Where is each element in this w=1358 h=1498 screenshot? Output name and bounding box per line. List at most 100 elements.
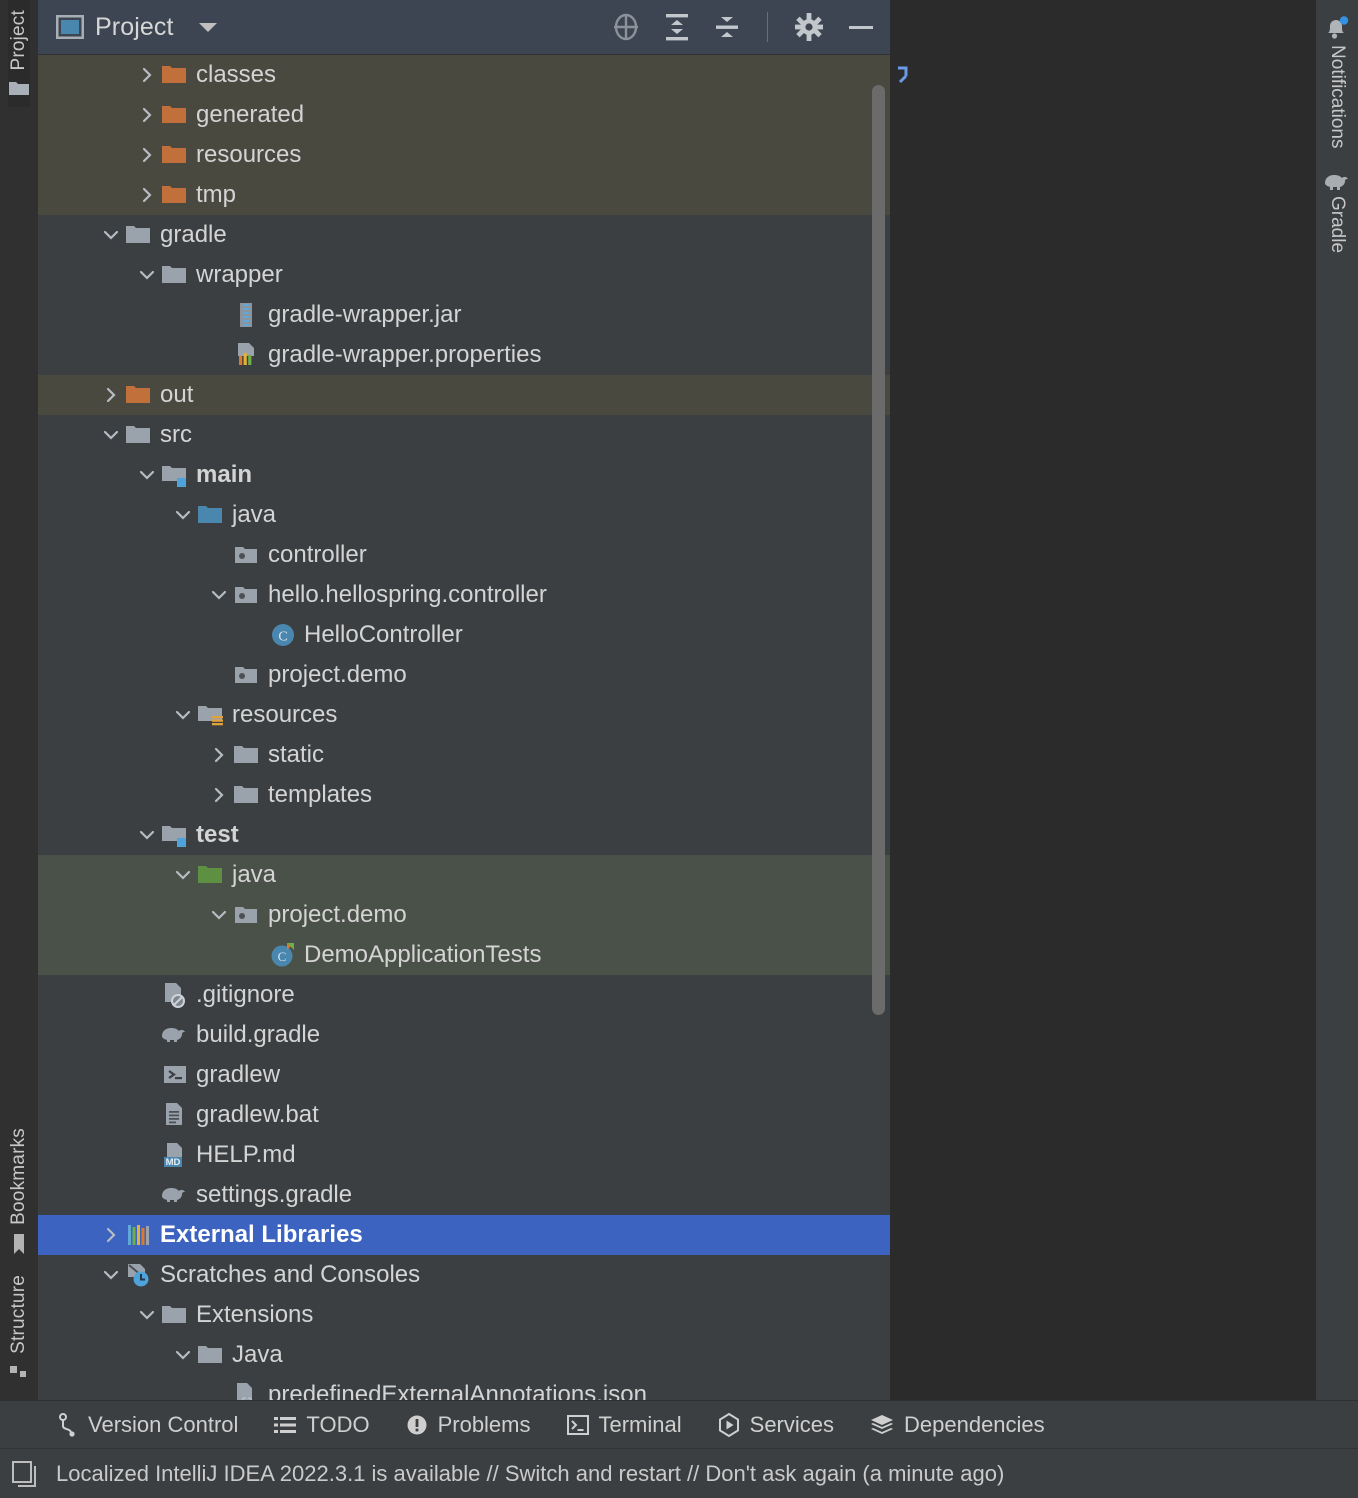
sidebar-item-structure[interactable]: Structure <box>8 1265 30 1392</box>
chevron-right-icon[interactable] <box>134 146 160 164</box>
tree-node[interactable]: classes <box>38 55 890 95</box>
chevron-down-icon[interactable] <box>170 506 196 524</box>
chevron-down-icon[interactable] <box>98 1266 124 1284</box>
tree-node[interactable]: gradle-wrapper.properties <box>38 335 890 375</box>
status-message[interactable]: Localized IntelliJ IDEA 2022.3.1 is avai… <box>56 1461 1004 1487</box>
tree-node-label: main <box>196 461 253 488</box>
tree-node-label: src <box>160 421 192 448</box>
chevron-right-icon[interactable] <box>134 66 160 84</box>
tree-node[interactable]: test <box>38 815 890 855</box>
tree-node[interactable]: External Libraries <box>38 1215 890 1255</box>
project-panel-title-group[interactable]: Project <box>56 13 217 42</box>
chevron-down-icon[interactable] <box>206 586 232 604</box>
tree-node[interactable]: project.demo <box>38 655 890 695</box>
tool-button-todo[interactable]: TODO <box>274 1412 370 1438</box>
tool-button-services[interactable]: Services <box>718 1412 834 1438</box>
chevron-down-icon[interactable] <box>134 826 160 844</box>
tree-node-label: gradle-wrapper.jar <box>268 301 462 328</box>
tree-node[interactable]: .gitignore <box>38 975 890 1015</box>
tree-node[interactable]: java <box>38 495 890 535</box>
tree-node[interactable]: build.gradle <box>38 1015 890 1055</box>
collapse-all-icon[interactable] <box>713 12 741 42</box>
expand-all-icon[interactable] <box>663 12 691 42</box>
minimize-icon[interactable] <box>846 12 876 42</box>
project-window-icon <box>56 15 84 39</box>
tree-node-label: gradle <box>160 221 227 248</box>
tree-node[interactable]: resources <box>38 695 890 735</box>
tool-button-dependencies-label: Dependencies <box>904 1411 1045 1437</box>
tree-node[interactable]: java <box>38 855 890 895</box>
chevron-down-icon[interactable] <box>198 22 217 32</box>
chevron-down-icon[interactable] <box>134 266 160 284</box>
gitignore-file-icon <box>160 982 190 1008</box>
tree-node[interactable]: settings.gradle <box>38 1175 890 1215</box>
sidebar-item-project[interactable]: Project <box>8 0 30 107</box>
ide-window-icon[interactable] <box>10 1459 40 1489</box>
tree-node[interactable]: Java <box>38 1335 890 1375</box>
folder-source-icon <box>196 503 226 527</box>
ide-body: Project Bookmarks Structure Project clas… <box>0 0 1358 1400</box>
chevron-down-icon[interactable] <box>170 706 196 724</box>
chevron-down-icon[interactable] <box>134 466 160 484</box>
crosshair-target-icon[interactable] <box>611 12 641 42</box>
tree-node-label: out <box>160 381 194 408</box>
chevron-right-icon[interactable] <box>206 746 232 764</box>
tree-node[interactable]: out <box>38 375 890 415</box>
ide-window: Project Bookmarks Structure Project clas… <box>0 0 1358 1498</box>
tree-node[interactable]: C DemoApplicationTests <box>38 935 890 975</box>
tree-node[interactable]: tmp <box>38 175 890 215</box>
tree-node[interactable]: project.demo <box>38 895 890 935</box>
project-tree-scroll-area[interactable]: classes generated resources tmp gradle wrappe… <box>38 55 890 1400</box>
tree-node[interactable]: gradlew.bat <box>38 1095 890 1135</box>
tree-node[interactable]: generated <box>38 95 890 135</box>
tree-node[interactable]: MD HELP.md <box>38 1135 890 1175</box>
chevron-right-icon[interactable] <box>134 106 160 124</box>
tree-node[interactable]: templates <box>38 775 890 815</box>
gear-icon[interactable] <box>794 12 824 42</box>
tree-node-label: project.demo <box>268 901 407 928</box>
tree-node[interactable]: controller <box>38 535 890 575</box>
tree-node[interactable]: gradlew <box>38 1055 890 1095</box>
project-panel-toolbar <box>611 12 876 42</box>
tree-node[interactable]: C HelloController <box>38 615 890 655</box>
chevron-down-icon[interactable] <box>134 1306 160 1324</box>
package-icon <box>232 583 262 607</box>
tree-node-label: settings.gradle <box>196 1181 353 1208</box>
chevron-down-icon[interactable] <box>98 226 124 244</box>
tree-node[interactable]: Scratches and Consoles <box>38 1255 890 1295</box>
sidebar-item-notifications[interactable]: Notifications <box>1324 16 1350 149</box>
project-tree-scrollbar[interactable] <box>872 85 885 1015</box>
chevron-right-icon[interactable] <box>206 786 232 804</box>
chevron-down-icon[interactable] <box>170 1346 196 1364</box>
tree-node-label: static <box>268 741 325 768</box>
chevron-down-icon[interactable] <box>98 426 124 444</box>
project-tool-window: Project classes generated resources tmp … <box>38 0 890 1400</box>
chevron-right-icon[interactable] <box>98 386 124 404</box>
tool-button-problems[interactable]: Problems <box>406 1412 531 1438</box>
exclamation-circle-icon <box>406 1414 428 1436</box>
tree-node[interactable]: wrapper <box>38 255 890 295</box>
splitter-expand-handle[interactable] <box>893 62 913 90</box>
tree-node[interactable]: {} predefinedExternalAnnotations.json <box>38 1375 890 1400</box>
tree-node[interactable]: src <box>38 415 890 455</box>
tool-button-version-control[interactable]: Version Control <box>58 1412 238 1438</box>
tool-button-terminal[interactable]: Terminal <box>566 1412 682 1438</box>
tree-node[interactable]: main <box>38 455 890 495</box>
chevron-right-icon[interactable] <box>134 186 160 204</box>
bell-icon <box>1324 16 1350 40</box>
chevron-right-icon[interactable] <box>98 1226 124 1244</box>
left-rail-bottom-group: Bookmarks Structure <box>8 1118 30 1400</box>
terminal-icon <box>566 1414 589 1436</box>
tree-node[interactable]: static <box>38 735 890 775</box>
sidebar-item-bookmarks[interactable]: Bookmarks <box>8 1118 30 1265</box>
tree-node[interactable]: hello.hellospring.controller <box>38 575 890 615</box>
tool-button-dependencies[interactable]: Dependencies <box>870 1412 1045 1438</box>
tree-node[interactable]: gradle-wrapper.jar <box>38 295 890 335</box>
chevron-down-icon[interactable] <box>170 866 196 884</box>
tree-node[interactable]: Extensions <box>38 1295 890 1335</box>
svg-text:C: C <box>278 949 287 964</box>
tree-node[interactable]: resources <box>38 135 890 175</box>
chevron-down-icon[interactable] <box>206 906 232 924</box>
sidebar-item-gradle[interactable]: Gradle <box>1323 171 1351 253</box>
tree-node[interactable]: gradle <box>38 215 890 255</box>
